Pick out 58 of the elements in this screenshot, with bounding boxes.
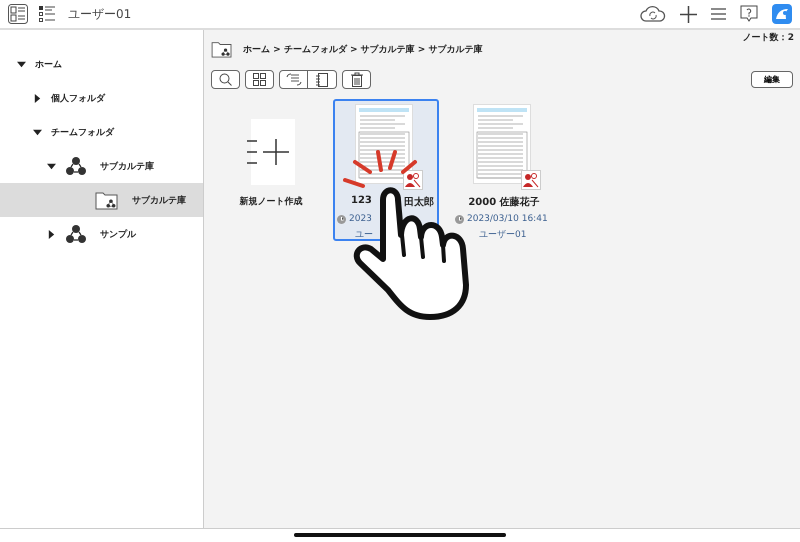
add-icon[interactable] (680, 6, 697, 22)
note-list-icon[interactable] (8, 4, 28, 24)
tree-item-label: チームフォルダ (51, 126, 114, 138)
note-title: 123 (351, 195, 372, 208)
collapsed-arrow-icon[interactable] (33, 94, 42, 102)
notebook-icon (316, 72, 328, 86)
tree-item-label: サブカルテ庫 (132, 194, 186, 206)
app-logo-icon[interactable] (772, 4, 792, 24)
team-icon (65, 156, 87, 176)
patient-badge-icon (521, 170, 541, 190)
search-button[interactable] (211, 70, 240, 89)
search-icon (219, 73, 232, 86)
note-title: 2000 佐藤花子 (468, 196, 540, 209)
menu-icon[interactable] (711, 8, 726, 20)
notebook-button[interactable] (308, 70, 337, 89)
collapsed-arrow-icon[interactable] (47, 230, 56, 238)
tree-item-label: サンプル (100, 228, 136, 240)
tree-item-label: サブカルテ庫 (100, 160, 154, 172)
note-count: ノート数：2 (742, 32, 794, 44)
tree-item[interactable]: 個人フォルダ (0, 81, 203, 115)
new-note-icon (247, 119, 295, 185)
shared-folder-icon (211, 40, 233, 58)
tree-item[interactable]: ホーム (0, 47, 203, 81)
expanded-arrow-icon[interactable] (17, 60, 26, 68)
note-card[interactable]: 2000 佐藤花子 2023/03/10 16:41 ユーザー01 (451, 99, 557, 241)
checklist-icon[interactable] (38, 5, 56, 23)
shared-folder-icon (95, 190, 119, 210)
cloud-sync-icon[interactable] (640, 5, 666, 23)
note-author: ユーザー01 (478, 229, 526, 241)
clock-icon (337, 214, 346, 224)
note-title: 田太郎 (404, 195, 434, 209)
trash-icon (350, 72, 362, 87)
note-author: ユー (354, 229, 373, 241)
user-name: ユーザー01 (68, 6, 132, 22)
swap-icon (286, 73, 302, 86)
team-icon (65, 224, 87, 244)
grid-view-button[interactable] (245, 70, 274, 89)
clock-icon (455, 214, 464, 224)
tree-item-label: ホーム (35, 58, 62, 70)
tree-item[interactable]: サブカルテ庫 (0, 183, 203, 217)
help-icon[interactable] (740, 5, 758, 23)
patient-badge-icon (403, 170, 423, 190)
new-note-tile[interactable]: 新規ノート作成 (221, 99, 321, 241)
tree-item[interactable]: チームフォルダ (0, 115, 203, 149)
expanded-arrow-icon[interactable] (33, 128, 42, 136)
tree-item[interactable]: サンプル (0, 217, 203, 251)
tree-item-label: 個人フォルダ (51, 92, 105, 104)
grid-icon (253, 73, 266, 86)
note-date: 2023 (349, 214, 372, 224)
tree-item[interactable]: サブカルテ庫 (0, 149, 203, 183)
edit-button[interactable]: 編集 (751, 71, 793, 88)
expanded-arrow-icon[interactable] (47, 162, 56, 170)
delete-button[interactable] (342, 70, 371, 89)
new-note-label: 新規ノート作成 (240, 195, 302, 208)
move-button[interactable] (279, 70, 308, 89)
note-date: 2023/03/10 16:41 (467, 214, 548, 224)
breadcrumb: ホーム > チームフォルダ > サブカルテ庫 > サブカルテ庫 (243, 43, 482, 56)
tap-burst-icon (343, 150, 417, 188)
